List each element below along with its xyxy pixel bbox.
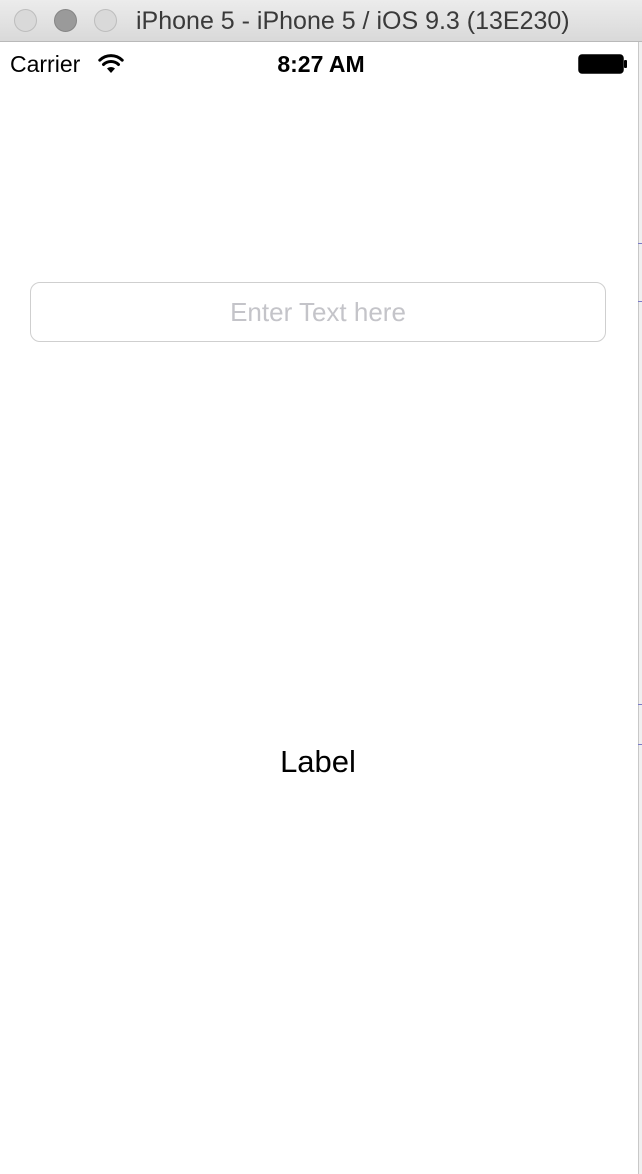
text-input[interactable] — [30, 282, 606, 342]
status-time: 8:27 AM — [277, 51, 365, 77]
window-right-edge — [638, 42, 642, 1174]
output-label: Label — [280, 744, 356, 779]
zoom-window-button[interactable] — [94, 9, 117, 32]
edge-marker — [638, 243, 642, 244]
minimize-window-button[interactable] — [54, 9, 77, 32]
edge-marker — [638, 744, 642, 745]
window-titlebar[interactable]: iPhone 5 - iPhone 5 / iOS 9.3 (13E230) — [0, 0, 642, 42]
edge-marker — [638, 704, 642, 705]
ios-status-bar: Carrier 8:27 AM — [0, 42, 638, 84]
simulator-window: iPhone 5 - iPhone 5 / iOS 9.3 (13E230) C… — [0, 0, 642, 1174]
close-window-button[interactable] — [14, 9, 37, 32]
edge-marker — [638, 301, 642, 302]
battery-icon — [578, 54, 627, 74]
window-title: iPhone 5 - iPhone 5 / iOS 9.3 (13E230) — [136, 7, 570, 35]
